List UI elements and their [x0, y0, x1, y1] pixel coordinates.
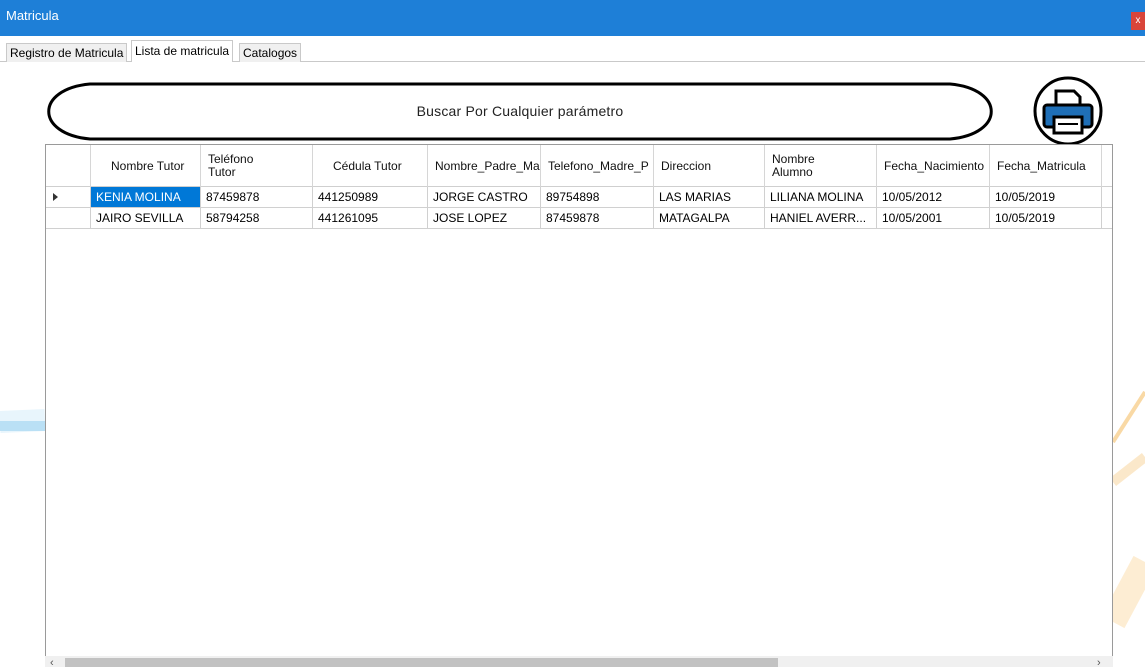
column-header-direccion[interactable]: Direccion [654, 145, 765, 187]
tab-catalogos[interactable]: Catalogos [239, 43, 302, 62]
tab-lista-de-matricula[interactable]: Lista de matricula [131, 40, 234, 63]
column-header-cedula-tutor[interactable]: Cédula Tutor [313, 145, 428, 187]
table-cell[interactable]: LILIANA MOLINA [765, 187, 877, 208]
table-cell[interactable]: JORGE CASTRO [428, 187, 541, 208]
table-cell[interactable]: 58794258 [201, 208, 313, 229]
table-cell[interactable]: 441261095 [313, 208, 428, 229]
column-header-nombre-tutor[interactable]: Nombre Tutor [91, 145, 201, 187]
table-row[interactable]: JAIRO SEVILLA 58794258 441261095 JOSE LO… [46, 208, 1112, 229]
printer-icon [1033, 76, 1103, 146]
table-cell[interactable]: 10/05/2012 [877, 187, 990, 208]
table-cell[interactable]: JOSE LOPEZ [428, 208, 541, 229]
row-header-corner [46, 145, 91, 187]
tab-panel-lista: Buscar Por Cualquier parámetro Nombre Tu… [0, 62, 1145, 667]
tab-strip: Registro de Matricula Lista de matricula… [0, 40, 1145, 63]
column-header-telefono-madre[interactable]: Telefono_Madre_P [541, 145, 654, 187]
column-header-fecha-matricula[interactable]: Fecha_Matricula [990, 145, 1102, 187]
current-row-icon [53, 193, 58, 201]
horizontal-scrollbar[interactable]: ‹ › [45, 656, 1113, 667]
print-button[interactable] [1032, 75, 1104, 147]
table-header-row: Nombre Tutor Teléfono Tutor Cédula Tutor… [46, 145, 1112, 187]
table-cell[interactable]: 89754898 [541, 187, 654, 208]
table-cell[interactable]: HANIEL AVERR... [765, 208, 877, 229]
row-header[interactable] [46, 187, 91, 208]
close-button[interactable]: x [1131, 12, 1145, 30]
table-cell[interactable]: MATAGALPA [654, 208, 765, 229]
table-cell[interactable]: JAIRO SEVILLA [91, 208, 201, 229]
table-cell[interactable]: LAS MARIAS [654, 187, 765, 208]
column-header-fecha-nacimiento[interactable]: Fecha_Nacimiento [877, 145, 990, 187]
window-title: Matricula [6, 8, 59, 23]
scroll-right-icon[interactable]: › [1097, 657, 1101, 667]
title-bar: Matricula x [0, 0, 1145, 36]
scroll-left-icon[interactable]: ‹ [50, 657, 54, 667]
scrollbar-thumb[interactable] [65, 658, 778, 667]
table-cell-overflow[interactable] [1102, 187, 1112, 208]
tab-registro-de-matricula[interactable]: Registro de Matricula [6, 43, 128, 62]
table-cell[interactable]: 10/05/2001 [877, 208, 990, 229]
matricula-table[interactable]: Nombre Tutor Teléfono Tutor Cédula Tutor… [45, 144, 1113, 667]
table-cell[interactable]: 87459878 [201, 187, 313, 208]
table-cell[interactable]: KENIA MOLINA [91, 187, 201, 208]
table-cell-overflow[interactable] [1102, 208, 1112, 229]
row-header[interactable] [46, 208, 91, 229]
table-cell[interactable]: 441250989 [313, 187, 428, 208]
search-placeholder: Buscar Por Cualquier parámetro [416, 103, 624, 119]
column-header-nombre-alumno[interactable]: Nombre Alumno [765, 145, 877, 187]
table-cell[interactable]: 10/05/2019 [990, 187, 1102, 208]
column-header-overflow[interactable] [1102, 145, 1112, 187]
column-header-nombre-padre[interactable]: Nombre_Padre_Ma [428, 145, 541, 187]
table-cell[interactable]: 87459878 [541, 208, 654, 229]
column-header-telefono-tutor[interactable]: Teléfono Tutor [201, 145, 313, 187]
search-input[interactable]: Buscar Por Cualquier parámetro [40, 81, 1000, 142]
table-row[interactable]: KENIA MOLINA 87459878 441250989 JORGE CA… [46, 187, 1112, 208]
table-cell[interactable]: 10/05/2019 [990, 208, 1102, 229]
